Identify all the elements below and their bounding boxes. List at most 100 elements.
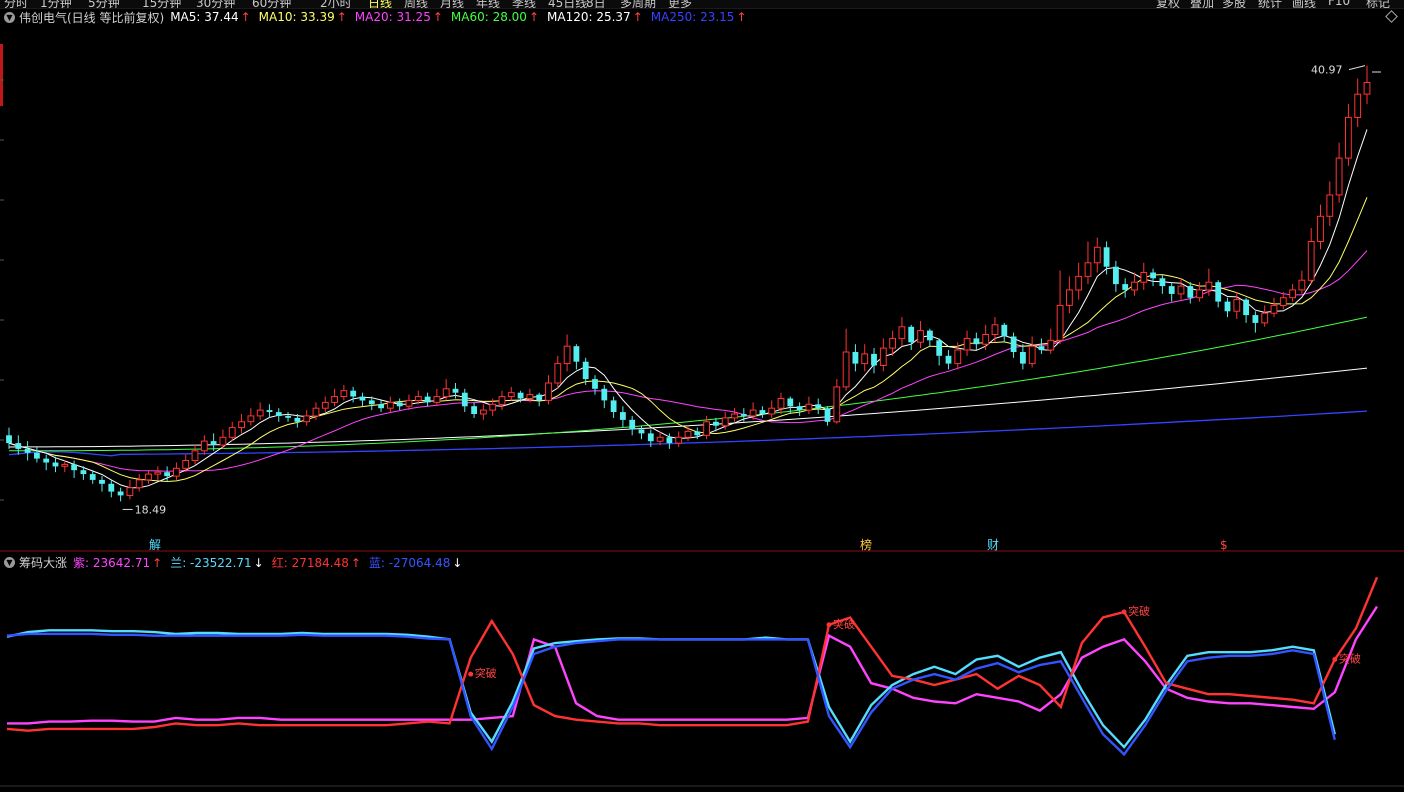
period-tab[interactable]: 分时 xyxy=(4,0,28,8)
candle xyxy=(1056,304,1064,341)
candle xyxy=(89,474,96,480)
period-tab[interactable]: 45日线 xyxy=(548,0,587,8)
candle xyxy=(285,415,291,418)
candle xyxy=(378,404,384,409)
candle xyxy=(1020,352,1026,364)
candle xyxy=(1075,275,1083,291)
candle xyxy=(694,431,701,436)
left-edge-marker xyxy=(0,44,3,106)
toolbar-action-button[interactable]: 复权 xyxy=(1156,0,1180,8)
collapse-icon[interactable]: ▼ xyxy=(4,556,15,568)
candle xyxy=(601,388,608,401)
toolbar-action-button[interactable]: 多股 xyxy=(1222,0,1246,8)
indicator-legend-item: 蓝: -27064.48 ↓ xyxy=(368,555,463,570)
up-arrow-icon: ↑ xyxy=(432,10,443,24)
candle xyxy=(256,409,264,417)
toolbar-action-button[interactable]: 叠加 xyxy=(1190,0,1214,8)
period-tab[interactable]: 多周期 xyxy=(620,0,656,8)
chart-canvas: 40.9718.49解榜财 $突破突破突破突破 xyxy=(0,7,1404,787)
candle xyxy=(796,406,803,411)
candle xyxy=(294,417,301,422)
up-arrow-icon: ↑ xyxy=(632,10,643,24)
candle xyxy=(833,386,841,423)
candle xyxy=(1001,324,1008,337)
period-tab[interactable]: 15分钟 xyxy=(142,0,181,8)
period-tab[interactable]: 8日 xyxy=(586,0,606,8)
signal-dot xyxy=(468,671,474,677)
candle xyxy=(842,351,850,388)
period-tab[interactable]: 年线 xyxy=(476,0,500,8)
toolbar-action-button[interactable]: 画线 xyxy=(1292,0,1316,8)
up-arrow-icon: ↑ xyxy=(528,10,539,24)
candle xyxy=(1233,299,1241,312)
up-arrow-icon: ↑ xyxy=(336,10,347,24)
period-tab[interactable]: 60分钟 xyxy=(252,0,291,8)
candle xyxy=(24,448,31,453)
candle xyxy=(1261,312,1269,324)
candle xyxy=(1363,82,1371,95)
candle xyxy=(805,403,813,411)
event-marker: 财 xyxy=(987,538,999,552)
candle xyxy=(777,398,785,409)
candle xyxy=(228,427,236,438)
period-tab[interactable]: 季线 xyxy=(512,0,536,8)
candle xyxy=(1354,93,1362,118)
candle xyxy=(498,396,506,405)
candle xyxy=(1326,194,1334,217)
candle xyxy=(1150,272,1156,279)
candle xyxy=(396,402,403,407)
period-tab[interactable]: 日线 xyxy=(368,0,392,8)
candle xyxy=(759,410,766,414)
candle xyxy=(15,443,22,449)
candle xyxy=(536,394,543,401)
candle xyxy=(1159,278,1166,287)
collapse-icon[interactable]: ▼ xyxy=(4,11,15,23)
candle xyxy=(927,330,933,341)
candle xyxy=(6,435,12,444)
candle xyxy=(713,421,719,426)
candle xyxy=(629,419,636,430)
period-tab[interactable]: 月线 xyxy=(440,0,464,8)
candle xyxy=(1113,266,1119,285)
candle xyxy=(1289,289,1296,299)
up-arrow-icon: ↑ xyxy=(152,555,163,570)
candle xyxy=(1177,285,1185,295)
period-tab[interactable]: 1分钟 xyxy=(40,0,72,8)
candle xyxy=(1122,284,1129,290)
toolbar-action-button[interactable]: 标记 xyxy=(1366,0,1390,8)
candle xyxy=(573,346,580,362)
candle xyxy=(815,404,822,409)
candle xyxy=(1335,157,1343,196)
period-tab[interactable]: 更多 xyxy=(668,0,692,8)
candle xyxy=(963,337,971,351)
candle xyxy=(1215,282,1222,302)
ma-legend-item: MA20: 31.25 ↑ xyxy=(354,10,443,24)
toolbar-action-button[interactable]: 统计 xyxy=(1258,0,1282,8)
candle xyxy=(71,464,77,471)
period-toolbar: 分时 1分钟 5分钟 15分钟 30分钟 60分钟 2小时 日线 周线 月线 年线 季线 45日线 8日 多… xyxy=(0,0,1404,8)
event-marker: 榜 xyxy=(860,537,872,552)
candle xyxy=(973,338,980,345)
candle xyxy=(1066,289,1073,306)
candle xyxy=(145,473,152,481)
candle xyxy=(80,470,87,475)
candle xyxy=(731,413,738,419)
candle xyxy=(471,406,477,414)
candle xyxy=(247,415,255,423)
period-tab[interactable]: 2小时 xyxy=(320,0,352,8)
period-tab[interactable]: 周线 xyxy=(404,0,428,8)
indicator-legend-item: 红: 27184.48 ↑ xyxy=(271,555,361,570)
period-tab[interactable]: 30分钟 xyxy=(196,0,235,8)
indicator-panel-title: 筹码大涨 xyxy=(19,555,68,570)
period-tab[interactable]: 5分钟 xyxy=(88,0,120,8)
candle xyxy=(945,355,952,364)
indicator-legend: ▼ 筹码大涨 紫: 23642.71 ↑ 兰: -23522.71 ↓ 红: 27184… xyxy=(4,554,470,570)
candle xyxy=(656,436,664,442)
candle xyxy=(554,363,562,384)
candle xyxy=(1047,339,1055,351)
candle xyxy=(991,324,999,335)
signal-dot xyxy=(826,622,832,628)
candle xyxy=(1205,281,1213,291)
candle xyxy=(703,421,711,436)
toolbar-action-button[interactable]: F10 xyxy=(1328,0,1350,8)
